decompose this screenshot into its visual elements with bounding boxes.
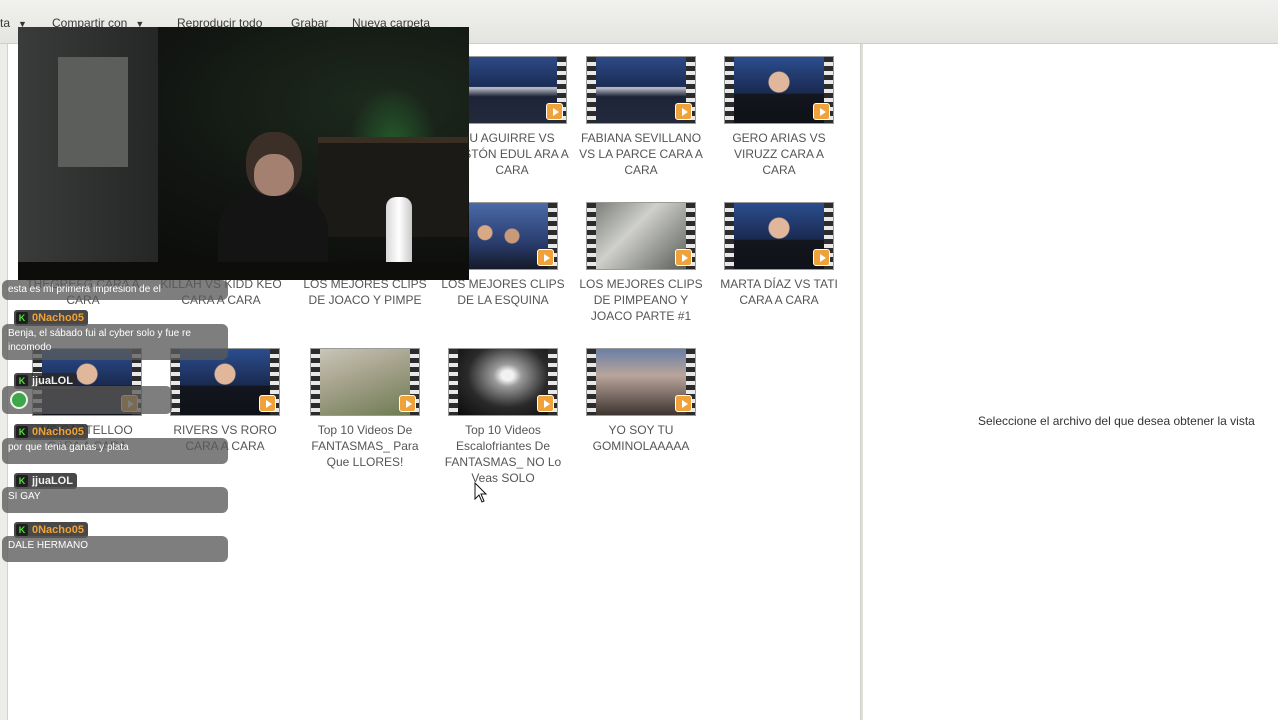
moderator-badge-icon: K [16,426,28,438]
video-thumbnail [457,56,567,124]
play-icon [399,395,416,412]
video-tile[interactable]: LOS MEJORES CLIPS DE PIMPEANO Y JOACO PA… [578,202,704,324]
navigation-pane-edge [0,44,8,720]
webcam-overlay [18,27,469,280]
emote-icon [10,391,28,409]
preview-pane: Seleccione el archivo del que desea obte… [863,44,1278,720]
mouse-cursor-icon [474,482,488,503]
moderator-badge-icon: K [16,524,28,536]
video-thumbnail [310,348,420,416]
video-tile[interactable]: Top 10 Videos De FANTASMAS_ Para Que LLO… [302,348,428,470]
video-tile[interactable]: FABIANA SEVILLANO VS LA PARCE CARA A CAR… [578,56,704,178]
video-title: LOS MEJORES CLIPS DE JOACO Y PIMPE [303,277,427,307]
chat-message: SI GAY [2,487,228,513]
video-tile[interactable]: GERO ARIAS VS VIRUZZ CARA A CARA [716,56,842,178]
video-tile[interactable]: Top 10 Videos Escalofriantes De FANTASMA… [440,348,566,486]
play-icon [813,249,830,266]
video-title: Top 10 Videos Escalofriantes De FANTASMA… [444,423,562,485]
play-icon [546,103,563,120]
video-thumbnail [724,56,834,124]
chat-message: Benja, el sábado fui al cyber solo y fue… [2,324,228,360]
moderator-badge-icon: K [16,475,28,487]
video-title: LOS MEJORES CLIPS DE PIMPEANO Y JOACO PA… [579,277,703,323]
video-thumbnail [586,202,696,270]
video-thumbnail [586,56,696,124]
chat-message: por que tenia ganas y plata [2,438,228,464]
play-icon [675,249,692,266]
preview-message: Seleccione el archivo del que desea obte… [978,414,1255,428]
video-tile[interactable]: MARTA DÍAZ VS TATI CARA A CARA [716,202,842,308]
video-title: FABIANA SEVILLANO VS LA PARCE CARA A CAR… [579,131,703,177]
video-title: Top 10 Videos De FANTASMAS_ Para Que LLO… [311,423,419,469]
video-tile[interactable]: YO SOY TU GOMINOLAAAAA [578,348,704,454]
play-icon [259,395,276,412]
play-icon [813,103,830,120]
video-title: MARTA DÍAZ VS TATI CARA A CARA [720,277,838,307]
moderator-badge-icon: K [16,312,28,324]
video-title: LOS MEJORES CLIPS DE LA ESQUINA [441,277,565,307]
video-title: YO SOY TU GOMINOLAAAAA [592,423,690,453]
play-icon [675,395,692,412]
play-icon [537,395,554,412]
video-thumbnail [724,202,834,270]
chat-message: esta es mi primera impresion de el [2,280,228,300]
video-title: GERO ARIAS VS VIRUZZ CARA A CARA [732,131,826,177]
streamer [218,132,328,280]
video-thumbnail [586,348,696,416]
play-icon [537,249,554,266]
play-icon [675,103,692,120]
video-thumbnail [448,348,558,416]
chat-message: DALE HERMANO [2,536,228,562]
